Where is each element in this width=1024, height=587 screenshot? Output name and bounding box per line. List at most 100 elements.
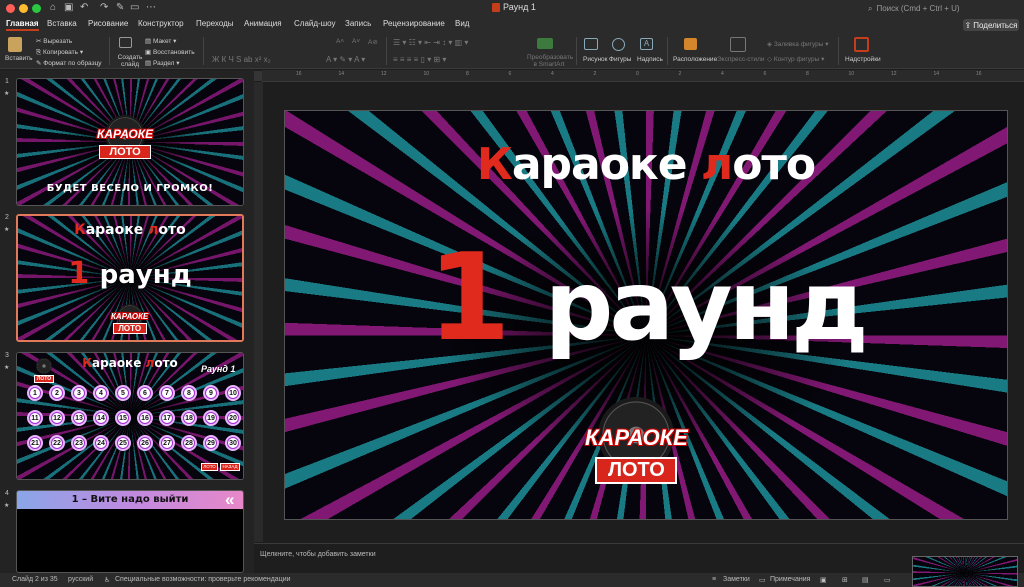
shapes-icon[interactable]: [612, 38, 625, 51]
save-icon[interactable]: ▣: [64, 2, 73, 13]
share-button[interactable]: ⇪ Поделиться: [963, 19, 1019, 31]
search-field[interactable]: ⌕ Поиск (Cmd + Ctrl + U): [868, 2, 1018, 15]
copy-button[interactable]: ⎘ Копировать ▾: [36, 48, 83, 57]
clear-format-icon[interactable]: A⊘: [368, 38, 378, 46]
number-ball: 10: [225, 385, 241, 401]
round-heading[interactable]: 1 раунд: [285, 229, 1007, 376]
tab-design[interactable]: Конструктор: [138, 19, 184, 28]
language-indicator[interactable]: русский: [68, 576, 93, 583]
slide-thumbnail-1[interactable]: КАРАОКЕ ЛОТО БУДЕТ ВЕСЕЛО И ГРОМКО!: [16, 78, 244, 206]
ruler-tick: 14: [338, 71, 345, 77]
font-grow-icon[interactable]: A˄: [336, 38, 344, 45]
ribbon: Вставить ✂ Вырезать ⎘ Копировать ▾ ✎ Фор…: [0, 33, 1024, 81]
number-ball-label: 27: [162, 438, 172, 448]
number-ball-label: 28: [184, 438, 194, 448]
arrange-button[interactable]: Расположение: [673, 56, 717, 63]
zoom-window-button[interactable]: [32, 4, 41, 13]
shapes-button[interactable]: Фигуры: [609, 56, 631, 63]
align-icons[interactable]: ≡ ≡ ≡ ≡ ▯ ▾ ⊞ ▾: [393, 55, 446, 64]
slide-number: 2: [5, 214, 9, 221]
divider: [576, 37, 577, 65]
number-ball: 18: [181, 410, 197, 426]
slide-thumbnails-panel[interactable]: 1 ★ КАРАОКЕ ЛОТО БУДЕТ ВЕСЕЛО И ГРОМКО! …: [0, 70, 254, 573]
cut-button[interactable]: ✂ Вырезать: [36, 37, 72, 45]
tab-animations[interactable]: Анимация: [244, 19, 282, 28]
karaoke-logo[interactable]: КАРАОКЕ ЛОТО: [585, 397, 688, 484]
number-ball: 26: [137, 435, 153, 451]
number-ball: 2: [49, 385, 65, 401]
number-ball-label: 22: [52, 438, 62, 448]
round-heading: 1 раунд: [18, 256, 242, 291]
title-red-letter: К: [82, 356, 93, 370]
powerpoint-icon: [492, 2, 500, 12]
new-slide-icon[interactable]: [119, 37, 132, 48]
paste-button[interactable]: Вставить: [5, 55, 33, 62]
normal-view-icon[interactable]: ▣: [820, 576, 827, 584]
accessibility-status[interactable]: Специальные возможности: проверьте реком…: [115, 576, 291, 583]
tab-slideshow[interactable]: Слайд-шоу: [294, 19, 335, 28]
notes-pane[interactable]: Щелкните, чтобы добавить заметки: [254, 543, 1024, 573]
list-icons[interactable]: ☰ ▾ ☷ ▾ ⇤ ⇥ ↕ ▾ ▥ ▾: [393, 38, 468, 47]
undo-icon[interactable]: ↶: [80, 2, 88, 13]
home-icon[interactable]: ⌂: [50, 2, 56, 13]
picture-button[interactable]: Рисунок: [583, 56, 608, 63]
title-red-letter: К: [74, 222, 86, 238]
tab-home[interactable]: Главная: [6, 19, 39, 31]
number-ball-label: 20: [228, 413, 238, 423]
comments-toggle[interactable]: Примечания: [770, 576, 810, 583]
smartart-icon[interactable]: [537, 38, 553, 49]
slide-sorter-icon[interactable]: ⊞: [842, 576, 848, 584]
textbox-button[interactable]: Надпись: [637, 56, 663, 63]
picture-icon[interactable]: [584, 38, 598, 50]
paste-icon[interactable]: [8, 37, 22, 52]
minimize-window-button[interactable]: [19, 4, 28, 13]
close-window-button[interactable]: [6, 4, 15, 13]
loto-button: ЛОТО: [201, 463, 218, 471]
format-painter-button[interactable]: ✎ Формат по образцу: [36, 59, 102, 67]
title-text: ото: [154, 356, 178, 370]
layout-button[interactable]: ▤ Макет ▾: [145, 37, 176, 45]
tab-insert[interactable]: Вставка: [47, 19, 77, 28]
tab-draw[interactable]: Рисование: [88, 19, 128, 28]
reading-view-icon[interactable]: ▤: [862, 576, 869, 584]
slide-subtitle: БУДЕТ ВЕСЕЛО И ГРОМКО!: [46, 183, 214, 194]
arrange-icon[interactable]: [684, 38, 697, 50]
slide-thumbnail-2[interactable]: Караоке лото 1 раунд КАРАОКЕ ЛОТО: [16, 214, 244, 342]
shape-outline-button[interactable]: ◇ Контур фигуры ▾: [767, 55, 824, 63]
slide-title[interactable]: Караоке лото: [285, 139, 1007, 190]
addins-icon[interactable]: [854, 37, 869, 52]
shape-fill-button[interactable]: ◈ Заливка фигуры ▾: [767, 40, 829, 48]
number-ball: 8: [181, 385, 197, 401]
round-number: 1: [427, 229, 510, 368]
new-slide-button[interactable]: Создать слайд: [117, 54, 143, 68]
tab-view[interactable]: Вид: [455, 19, 469, 28]
text-color-icons[interactable]: A ▾ ✎ ▾ A ▾: [326, 55, 365, 64]
logo-loto-text: ЛОТО: [595, 457, 678, 484]
font-shrink-icon[interactable]: A˅: [352, 38, 360, 45]
more-icon[interactable]: ⋯: [146, 2, 156, 13]
notes-toggle[interactable]: Заметки: [723, 576, 750, 583]
addins-button[interactable]: Надстройки: [845, 56, 881, 63]
tab-transitions[interactable]: Переходы: [196, 19, 234, 28]
section-button[interactable]: ▤ Раздел ▾: [145, 59, 180, 67]
slide-thumbnail-4[interactable]: 1 – Вите надо выйти «: [16, 490, 244, 573]
divider: [203, 37, 204, 65]
ruler-tick: 8: [806, 71, 809, 77]
edit-icon[interactable]: ✎: [116, 2, 124, 13]
reset-button[interactable]: ▣ Восстановить: [145, 48, 195, 56]
slideshow-icon[interactable]: ▭: [884, 576, 891, 584]
quickstyles-icon[interactable]: [730, 37, 746, 52]
redo-icon[interactable]: ↷: [100, 2, 108, 13]
presenter-preview[interactable]: [912, 556, 1018, 587]
main-slide-canvas[interactable]: Караоке лото 1 раунд КАРАОКЕ ЛОТО: [284, 110, 1008, 520]
smartart-button[interactable]: Преобразовать в SmartArt: [527, 54, 573, 68]
slide-title: Караоке лото: [18, 222, 242, 238]
slide-thumbnail-3[interactable]: ЛОТО Караоке лото Раунд 1 1 2 3 4 5 6 7 8 9 10 11 1…: [16, 352, 244, 480]
quickstyles-button[interactable]: Экспресс-стили: [717, 56, 765, 63]
textbox-icon[interactable]: A: [640, 38, 653, 50]
present-icon[interactable]: ▭: [130, 2, 139, 13]
text-format-icons[interactable]: Ж К Ч S ab x² x₂: [212, 55, 271, 64]
vertical-ruler: [254, 82, 263, 542]
tab-review[interactable]: Рецензирование: [383, 19, 445, 28]
tab-record[interactable]: Запись: [345, 19, 371, 28]
